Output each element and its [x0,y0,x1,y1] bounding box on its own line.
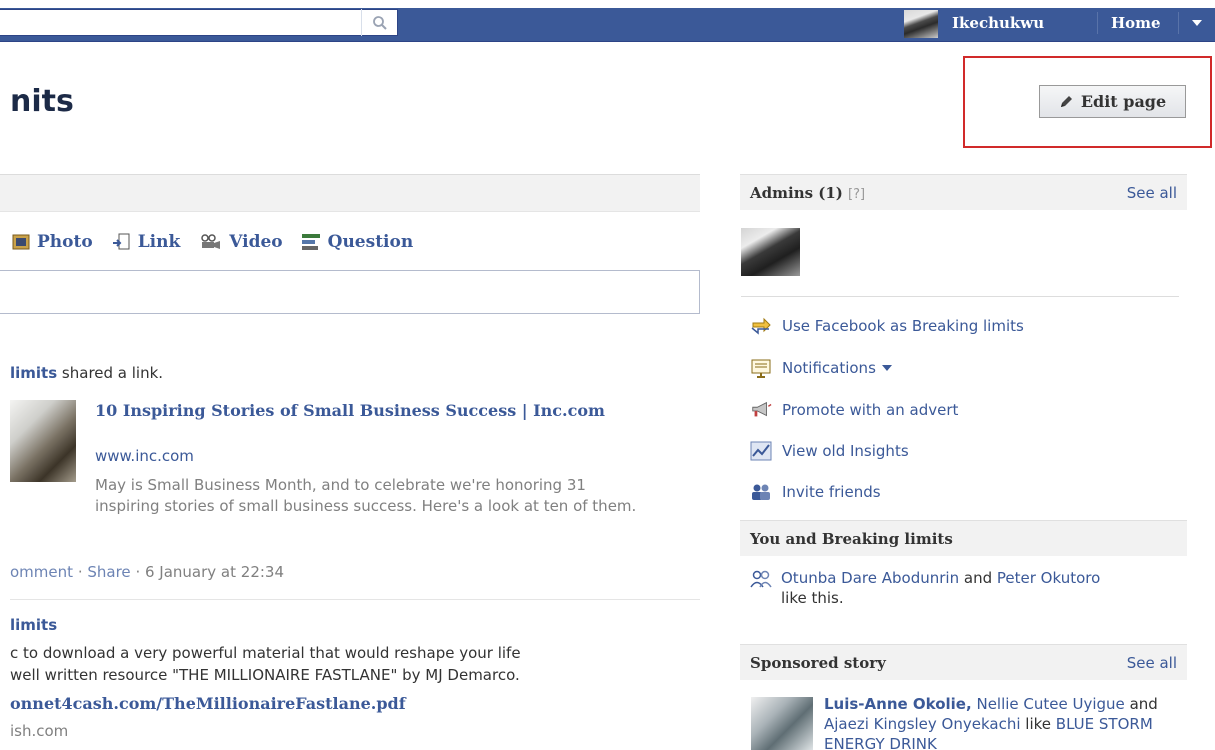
edit-page-label: Edit page [1080,92,1167,111]
shared-link-url[interactable]: ish.com [10,722,68,740]
comment-link[interactable]: omment [10,563,73,581]
invite-friends-label: Invite friends [782,483,881,501]
sidebar-divider [741,296,1179,297]
tab-question[interactable]: Question [301,232,414,252]
promote-advert-link[interactable]: Promote with an advert [750,397,958,423]
story-text-line: c to download a very powerful material t… [10,644,521,662]
sponsored-story-header: Sponsored story See all [740,644,1187,680]
chevron-down-icon [1192,20,1202,26]
admins-see-all-link[interactable]: See all [1127,184,1177,202]
notifications-label: Notifications [782,359,876,377]
like-this-text: like this. [781,589,844,607]
admins-header: Admins (1) [?] See all [740,174,1187,210]
feed-divider [10,599,700,600]
and-text: and [1124,695,1158,713]
tab-photo[interactable]: Photo [12,232,93,252]
nav-separator [1178,12,1179,34]
view-old-insights-link[interactable]: View old Insights [750,438,909,464]
photo-icon [12,234,30,250]
shared-link-url[interactable]: www.inc.com [95,447,194,465]
story-header: limits shared a link. [10,364,163,382]
friend-link[interactable]: Otunba Dare Abodunrin [781,569,959,587]
question-icon [301,234,320,250]
tab-question-label: Question [327,232,414,252]
pencil-icon [1060,96,1072,107]
video-icon [201,234,221,249]
invite-friends-link[interactable]: Invite friends [750,479,881,505]
home-link[interactable]: Home [1111,11,1161,35]
sponsored-person-link[interactable]: Nellie Cutee Uyigue [976,695,1124,713]
edit-page-button[interactable]: Edit page [1039,85,1186,118]
composer-header-bar [0,174,700,212]
tab-video[interactable]: Video [198,232,283,252]
admin-avatar[interactable] [741,228,800,276]
use-facebook-as-page-label: Use Facebook as Breaking limits [782,317,1024,335]
admins-title: Admins (1) [750,184,843,202]
link-icon [112,233,130,250]
friend-link[interactable]: Peter Okutoro [997,569,1100,587]
user-name-link[interactable]: Ikechukwu [952,11,1044,35]
sponsored-see-all-link[interactable]: See all [1127,654,1177,672]
search-input[interactable] [0,9,398,36]
shared-link-title[interactable]: 10 Inspiring Stories of Small Business S… [95,400,615,421]
page-title: nits [10,84,74,119]
and-text: and [959,569,997,587]
story-timestamp[interactable]: 6 January at 22:34 [145,563,284,581]
like-text: like [1020,715,1056,733]
friends-icon [750,570,772,588]
tab-video-label: Video [229,232,283,252]
search-button[interactable] [361,9,398,36]
insights-chart-icon [750,441,772,461]
help-link[interactable]: [?] [848,187,865,202]
account-menu-button[interactable] [1186,12,1208,34]
tab-photo-label: Photo [37,232,93,252]
you-and-page-title: You and Breaking limits [750,529,953,548]
story-text-line: well written resource "THE MILLIONAIRE F… [10,666,520,684]
story-actor-link[interactable]: limits [10,616,57,634]
story-actions: omment · Share · 6 January at 22:34 [10,563,284,581]
dot-separator: · [135,563,145,581]
user-avatar[interactable] [904,10,938,38]
dot-separator: · [77,563,88,581]
sponsored-person-link[interactable]: Luis-Anne Okolie, [824,695,972,713]
promote-advert-label: Promote with an advert [782,401,959,419]
chevron-down-icon [881,365,892,371]
tab-link[interactable]: Link [111,232,181,252]
switch-user-icon [751,317,771,335]
notifications-icon [751,359,771,378]
search-icon [373,15,387,30]
sponsored-thumbnail[interactable] [751,697,813,750]
invite-friends-icon [752,484,770,500]
story-text: c to download a very powerful material t… [10,642,700,686]
you-and-page-header: You and Breaking limits [740,520,1187,556]
view-old-insights-label: View old Insights [782,442,909,460]
mutual-likes: Otunba Dare Abodunrin and Peter Okutoro … [750,568,1170,608]
notifications-dropdown[interactable]: Notifications [750,355,892,381]
link-thumbnail[interactable] [10,400,76,482]
sponsored-story-text: Luis-Anne Okolie, Nellie Cutee Uyigue an… [824,694,1184,750]
story-action-text: shared a link. [57,364,164,382]
composer-tabs: Photo Link Video Question [12,228,413,256]
status-input[interactable] [0,270,700,314]
sponsored-story-title: Sponsored story [750,653,886,672]
share-link[interactable]: Share [87,563,130,581]
sponsored-person-link[interactable]: Ajaezi Kingsley Onyekachi [824,715,1021,733]
use-facebook-as-page-link[interactable]: Use Facebook as Breaking limits [750,313,1024,339]
story-actor-link[interactable]: limits [10,364,57,382]
nav-separator [1097,12,1098,34]
tab-link-label: Link [137,232,181,252]
shared-link-title[interactable]: onnet4cash.com/TheMillionaireFastlane.pd… [10,694,406,713]
shared-link-description: May is Small Business Month, and to cele… [95,476,637,515]
megaphone-icon [752,401,772,417]
